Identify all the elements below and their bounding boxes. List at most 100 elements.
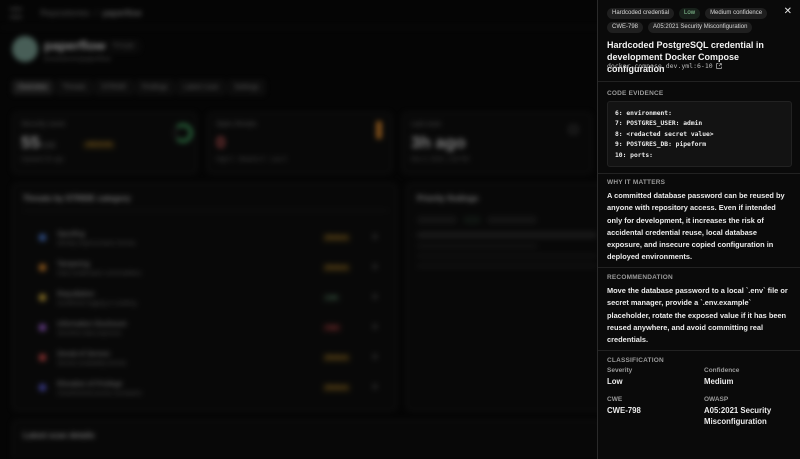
severity-label: Severity [607, 367, 633, 374]
category-chip: Hardcoded credential [607, 8, 675, 19]
tab-stride[interactable]: STRIDE [94, 80, 133, 95]
card-foot: Nov 4, 2025, 1:54 PM [411, 157, 470, 163]
why-it-matters-text: A committed database password can be reu… [607, 191, 785, 262]
last-scan-card: Last scan 3h ago Nov 4, 2025, 1:54 PM [402, 112, 592, 174]
tab-findings[interactable]: Findings [135, 80, 175, 95]
code-line: 7: POSTGRES_USER: admin [615, 120, 703, 128]
code-line: 9: POSTGRES_DB: pipeform [615, 141, 706, 149]
confidence-field: Confidence Medium [704, 367, 796, 387]
breadcrumb: Repositories / paperflow [40, 8, 142, 18]
divider [598, 267, 800, 268]
code-evidence-block: 6: environment: 7: POSTGRES_USER: admin … [607, 101, 792, 167]
recommendation-text: Move the database password to a local `.… [607, 286, 788, 345]
clock-icon [569, 125, 578, 134]
user-icon [39, 234, 46, 241]
card-label: Last scan [411, 121, 441, 128]
card-label: Security score [21, 121, 66, 128]
key-icon [39, 384, 46, 391]
cwe-chip: CWE-798 [607, 22, 644, 33]
chip-row-primary: Hardcoded credential Low Medium confiden… [607, 8, 768, 19]
cwe-value: CWE-798 [607, 406, 641, 415]
divider [598, 81, 800, 82]
level-badge: Medium [323, 264, 351, 272]
threat-count: 0 [373, 264, 377, 271]
security-score-card: Security score 55/100 MEDIUM Updated 3h … [12, 112, 197, 174]
score-pill: MEDIUM [83, 141, 116, 149]
owasp-field: OWASP A05:2021 Security Misconfiguration [704, 396, 796, 427]
classification-heading: CLASSIFICATION [607, 357, 664, 364]
threats-section: Threats by STRIDE category Spoofing Iden… [12, 183, 397, 411]
priority-findings-section: Priority findings [406, 183, 606, 411]
threat-count: 0 [373, 384, 377, 391]
code-line: 8: <redacted secret value> [615, 130, 714, 138]
threat-desc: Identity impersonation threats [57, 241, 136, 247]
threat-desc: Service availability threats [57, 361, 127, 367]
tab-latest-scan[interactable]: Latest scan [177, 80, 225, 95]
document-icon [39, 294, 46, 301]
threat-name: Elevation of Privilege [57, 381, 123, 388]
tab-overview[interactable]: Overview [12, 80, 54, 95]
level-badge: High [323, 324, 342, 332]
close-icon[interactable]: ✕ [784, 7, 792, 17]
confidence-label: Confidence [704, 367, 740, 374]
cwe-field: CWE CWE-798 [607, 396, 699, 416]
score-ring [173, 123, 193, 143]
threat-desc: Sensitive data exposure [57, 331, 122, 337]
threat-row[interactable]: Spoofing Identity impersonation threats … [23, 228, 383, 254]
file-location-link[interactable]: docker-compose.dev.yml:6-10 [607, 62, 722, 70]
level-badge: Medium [323, 384, 351, 392]
confidence-chip: Medium confidence [705, 8, 768, 19]
card-foot: Updated 3h ago [21, 157, 64, 163]
threat-count: 0 [373, 234, 377, 241]
threat-row[interactable]: Information Disclosure Sensitive data ex… [23, 318, 383, 344]
recommendation-heading: RECOMMENDATION [607, 274, 673, 281]
repo-title: paperflow [44, 38, 106, 53]
eye-icon [39, 324, 46, 331]
menu-icon[interactable] [10, 8, 22, 18]
repo-avatar [12, 36, 38, 62]
threat-row[interactable]: Repudiation Insufficient logging or audi… [23, 288, 383, 314]
threat-count: 0 [373, 294, 377, 301]
severity-field: Severity Low [607, 367, 699, 387]
threat-name: Spoofing [57, 231, 85, 238]
severity-chip: Low [679, 8, 701, 19]
tab-threats[interactable]: Threats [56, 80, 92, 95]
warning-icon [376, 121, 382, 139]
external-link-icon [715, 63, 722, 69]
breadcrumb-current: paperflow [102, 8, 142, 18]
cwe-label: CWE [607, 396, 623, 403]
pencil-icon [39, 264, 46, 271]
finding-detail-panel: Hardcoded credential Low Medium confiden… [597, 0, 800, 459]
threat-name: Tampering [57, 261, 90, 268]
breadcrumb-root[interactable]: Repositories [40, 8, 90, 18]
threat-name: Denial of Service [57, 351, 110, 358]
card-value: 3h ago [411, 133, 466, 152]
repo-subtitle: brockstrum/paperflow [44, 56, 111, 63]
file-location: docker-compose.dev.yml:6-10 [607, 62, 713, 70]
threat-row[interactable]: Tampering Data modification vulnerabilit… [23, 258, 383, 284]
threat-desc: Insufficient logging or auditing [57, 301, 137, 307]
threat-name: Information Disclosure [57, 321, 127, 328]
visibility-badge: Private [108, 41, 140, 52]
card-value: 0 [216, 133, 226, 152]
threat-name: Repudiation [57, 291, 95, 298]
threat-count: 0 [373, 354, 377, 361]
card-value: 55/100 [21, 133, 56, 152]
threat-count: 0 [373, 324, 377, 331]
level-badge: Medium [323, 234, 351, 242]
severity-value: Low [607, 377, 623, 386]
confidence-value: Medium [704, 377, 734, 386]
section-title: Latest scan details [23, 431, 95, 440]
divider [598, 173, 800, 174]
section-title: Threats by STRIDE category [23, 194, 131, 203]
divider [598, 350, 800, 351]
tab-settings[interactable]: Settings [227, 80, 266, 95]
owasp-value: A05:2021 Security Misconfiguration [704, 406, 772, 426]
threat-desc: Unauthorized access escalation [57, 391, 142, 397]
threat-row[interactable]: Denial of Service Service availability t… [23, 348, 383, 374]
level-badge: Low [323, 294, 341, 302]
repo-tabs: Overview Threats STRIDE Findings Latest … [12, 80, 266, 95]
threat-row[interactable]: Elevation of Privilege Unauthorized acce… [23, 378, 383, 404]
section-title: Priority findings [417, 194, 479, 203]
code-evidence-heading: CODE EVIDENCE [607, 90, 664, 97]
